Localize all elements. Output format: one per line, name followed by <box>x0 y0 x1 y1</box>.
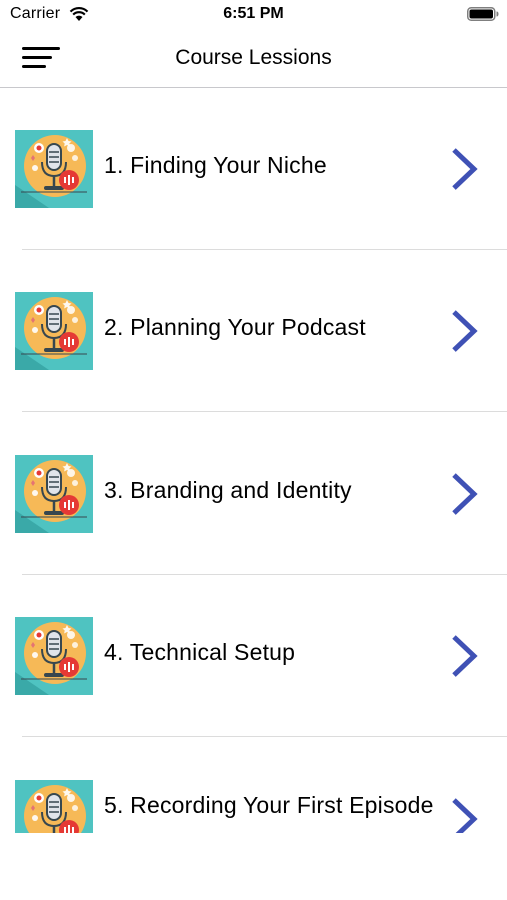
chevron-right-icon[interactable] <box>450 308 480 354</box>
chevron-right-icon[interactable] <box>450 633 480 679</box>
lesson-row-1[interactable]: 1. Finding Your Niche <box>0 88 507 250</box>
chevron-right-icon[interactable] <box>450 146 480 192</box>
lesson-row-3[interactable]: 3. Branding and Identity <box>0 413 507 575</box>
lesson-row-5[interactable]: 5. Recording Your First Episode <box>0 738 507 833</box>
lesson-title: 1. Finding Your Niche <box>104 152 327 178</box>
lesson-row-4[interactable]: 4. Technical Setup <box>0 575 507 737</box>
chevron-right-icon[interactable] <box>450 471 480 517</box>
chevron-right-icon[interactable] <box>450 796 480 833</box>
lesson-list[interactable]: 1. Finding Your Niche 2. Planning Your P… <box>0 88 507 833</box>
podcast-microphone-icon <box>15 292 93 370</box>
battery-icon <box>467 7 499 21</box>
podcast-microphone-icon <box>15 130 93 208</box>
lesson-title: 2. Planning Your Podcast <box>104 314 366 340</box>
page-title: Course Lessions <box>175 46 332 69</box>
row-divider <box>22 736 507 737</box>
clock: 6:51 PM <box>223 5 284 22</box>
row-divider <box>22 411 507 412</box>
podcast-microphone-icon <box>15 617 93 695</box>
lesson-row-2[interactable]: 2. Planning Your Podcast <box>0 250 507 412</box>
lesson-title: 4. Technical Setup <box>104 639 296 665</box>
navigation-bar: Course Lessions <box>0 32 507 88</box>
lesson-title: 5. Recording Your First Episode <box>104 792 434 818</box>
podcast-microphone-icon <box>15 455 93 533</box>
podcast-microphone-icon <box>15 780 93 833</box>
lesson-title: 3. Branding and Identity <box>104 477 352 503</box>
status-bar: Carrier 6:51 PM <box>0 0 507 32</box>
